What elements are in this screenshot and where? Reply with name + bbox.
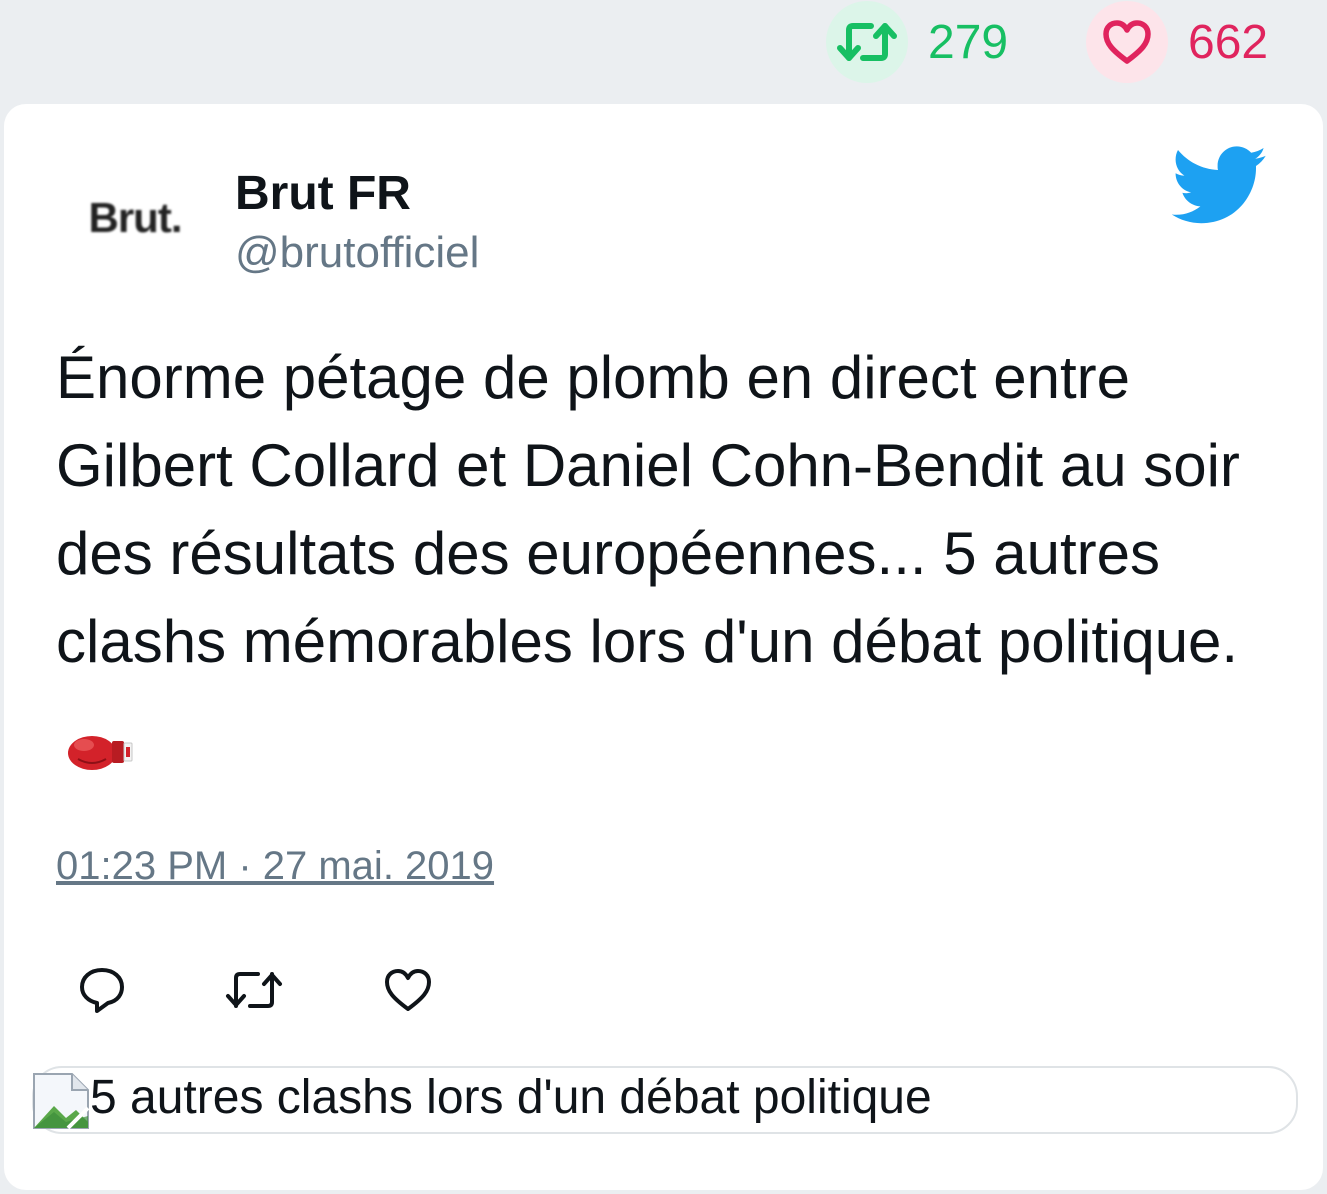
- reply-icon: [80, 968, 124, 1013]
- retweet-action-icon: [226, 972, 282, 1008]
- avatar[interactable]: Brut.: [60, 168, 210, 268]
- boxing-glove-icon: [66, 711, 134, 771]
- link-preview-title: 5 autres clashs lors d'un débat politiqu…: [90, 1071, 932, 1124]
- tweet-timestamp-link[interactable]: 01:23 PM · 27 mai. 2019: [56, 844, 494, 889]
- retweet-icon[interactable]: [826, 1, 908, 83]
- heart-action-icon: [385, 969, 431, 1011]
- like-count: 662: [1188, 15, 1269, 69]
- retweet-button[interactable]: [224, 960, 284, 1020]
- broken-image-icon: [32, 1072, 90, 1130]
- tweet-card: Brut. Brut FR @brutofficiel Énorme pétag…: [4, 104, 1323, 1190]
- twitter-bird-icon[interactable]: [1171, 146, 1268, 226]
- avatar-logo-text: Brut.: [88, 194, 183, 241]
- heart-icon[interactable]: [1086, 1, 1168, 83]
- author-handle[interactable]: @brutofficiel: [235, 228, 479, 278]
- reply-button[interactable]: [72, 960, 132, 1020]
- author-display-name[interactable]: Brut FR: [235, 166, 411, 221]
- engagement-summary: 279 662: [0, 0, 1327, 100]
- retweet-count: 279: [928, 15, 1009, 69]
- like-stat[interactable]: 662: [1086, 0, 1268, 84]
- like-button[interactable]: [378, 960, 438, 1020]
- tweet-body: Énorme pétage de plomb en direct entre G…: [56, 334, 1286, 774]
- retweet-stat[interactable]: 279: [826, 0, 1008, 84]
- tweet-text: Énorme pétage de plomb en direct entre G…: [56, 344, 1240, 675]
- link-preview-card[interactable]: 5 autres clashs lors d'un débat politiqu…: [32, 1066, 1298, 1134]
